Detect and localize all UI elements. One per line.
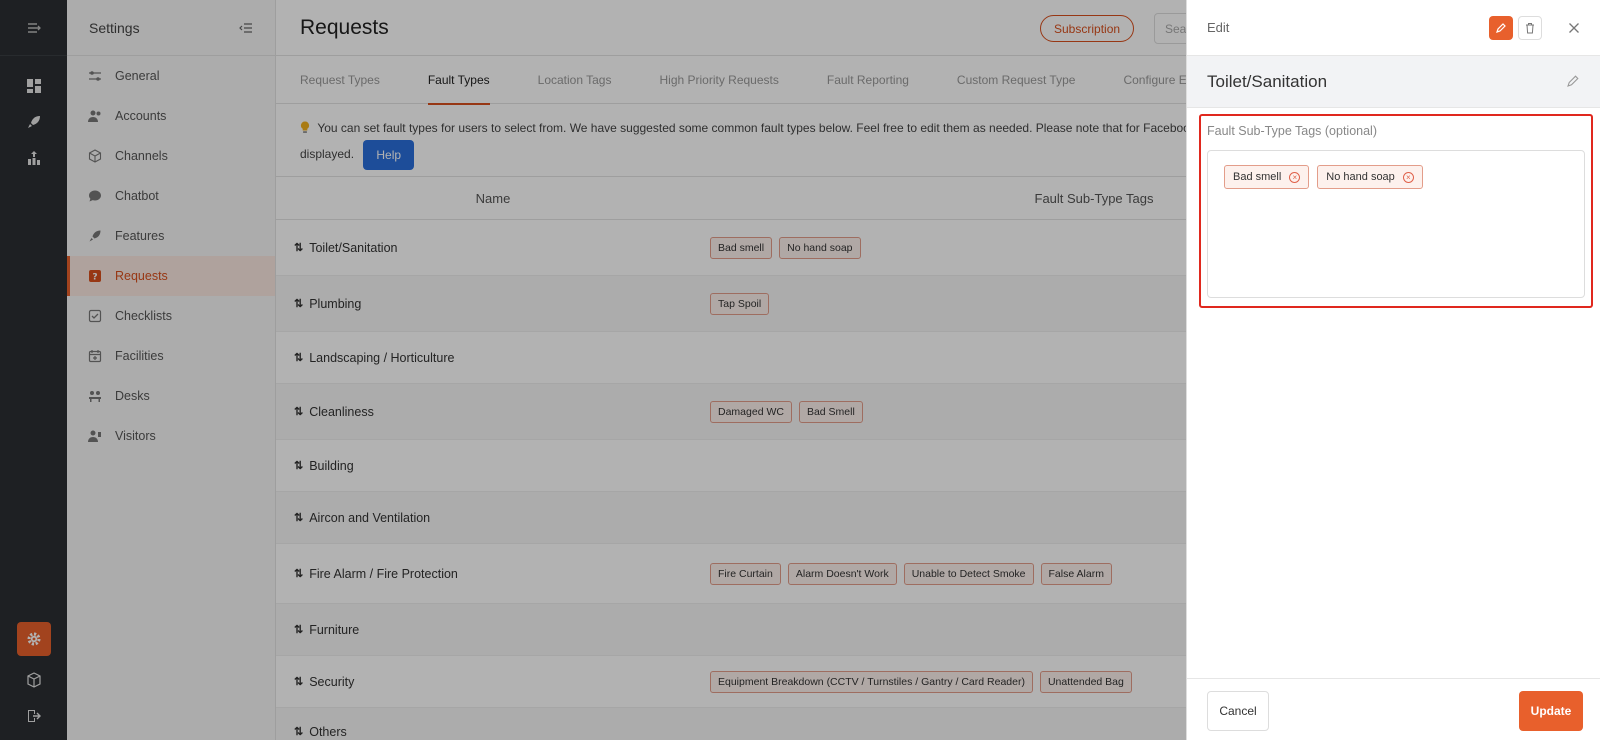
- update-button[interactable]: Update: [1519, 691, 1583, 731]
- fault-subtype-tags-label: Fault Sub-Type Tags (optional): [1207, 124, 1378, 138]
- item-name-bar: Toilet/Sanitation: [1187, 56, 1600, 108]
- drawer-title: Edit: [1207, 20, 1230, 35]
- drawer-footer: Cancel Update: [1187, 678, 1600, 740]
- tag-chip-label: No hand soap: [1326, 171, 1395, 183]
- edit-mode-button[interactable]: [1489, 16, 1513, 40]
- pencil-icon: [1495, 22, 1507, 34]
- tag-chip: No hand soap ×: [1317, 165, 1423, 189]
- close-icon: [1568, 22, 1580, 34]
- edit-drawer: Edit Toilet/Sanitation Fault Sub-Type Ta…: [1186, 0, 1600, 740]
- edit-name-pencil-icon[interactable]: [1566, 74, 1580, 91]
- cancel-button[interactable]: Cancel: [1207, 691, 1269, 731]
- modal-backdrop[interactable]: [0, 0, 1186, 740]
- remove-tag-icon[interactable]: ×: [1402, 171, 1414, 183]
- remove-tag-icon[interactable]: ×: [1289, 171, 1301, 183]
- fault-subtype-tags-input[interactable]: Bad smell × No hand soap ×: [1207, 150, 1585, 298]
- item-name: Toilet/Sanitation: [1207, 71, 1328, 91]
- trash-icon: [1524, 22, 1536, 34]
- tag-chip: Bad smell ×: [1224, 165, 1310, 189]
- close-drawer-button[interactable]: [1565, 19, 1583, 37]
- tag-chip-label: Bad smell: [1233, 171, 1282, 183]
- delete-button[interactable]: [1518, 16, 1542, 40]
